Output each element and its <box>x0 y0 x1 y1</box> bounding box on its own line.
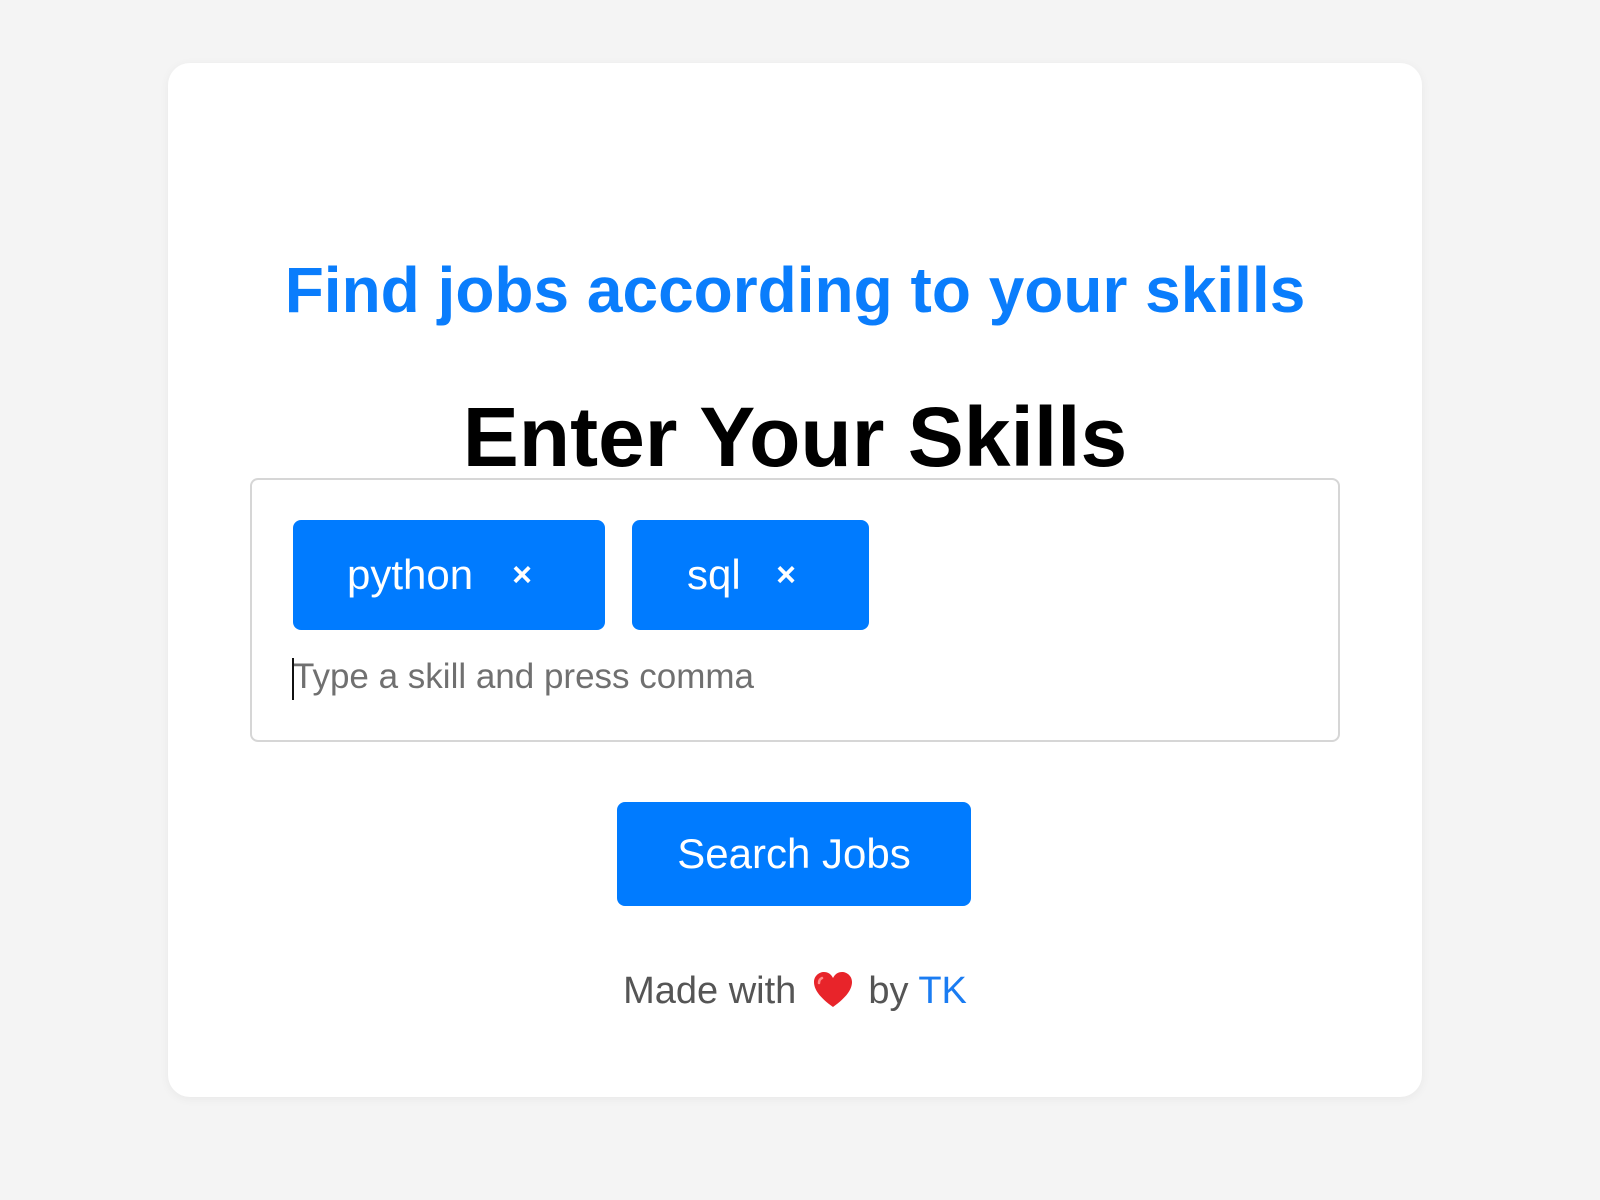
skill-tag-python: python × <box>293 520 605 630</box>
page-title: Enter Your Skills <box>462 390 1128 484</box>
footer-by: by <box>868 970 909 1012</box>
text-caret <box>292 658 294 700</box>
search-jobs-button[interactable]: Search Jobs <box>617 802 971 906</box>
remove-tag-icon[interactable]: × <box>502 520 542 630</box>
remove-tag-icon[interactable]: × <box>766 520 806 630</box>
footer: Made with by TK <box>168 966 1422 1016</box>
skill-tag-label: sql <box>687 551 741 598</box>
footer-made-with: Made with <box>623 970 797 1012</box>
skill-tag-label: python <box>347 551 474 598</box>
skill-tag-sql: sql × <box>632 520 869 630</box>
main-card: Find jobs according to your skills Enter… <box>168 63 1422 1097</box>
heart-icon <box>814 971 853 1007</box>
author-link[interactable]: TK <box>918 970 967 1012</box>
skill-input[interactable] <box>293 652 1273 702</box>
headline: Find jobs according to your skills <box>284 254 1306 326</box>
skills-input-box[interactable]: python × sql × <box>250 478 1340 742</box>
